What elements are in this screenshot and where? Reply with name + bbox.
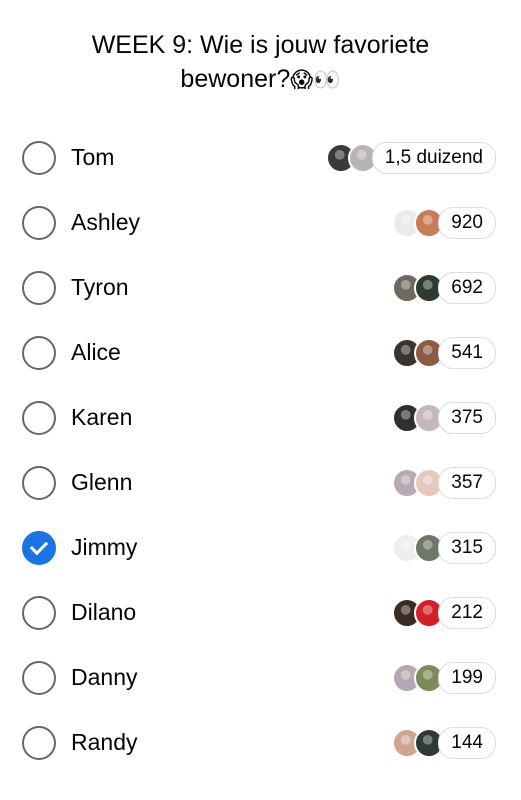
vote-count: 357	[438, 466, 496, 499]
vote-count: 1,5 duizend	[371, 141, 496, 174]
radio-unchecked-icon[interactable]	[22, 595, 56, 630]
poll-option-label: Randy	[71, 729, 138, 755]
poll-title: WEEK 9: Wie is jouw favoriete bewoner?😱👀	[40, 28, 481, 98]
vote-count: 199	[438, 661, 496, 694]
voter-avatars	[392, 532, 445, 563]
vote-summary[interactable]: 199	[392, 661, 496, 694]
vote-summary[interactable]: 1,5 duizend	[325, 141, 496, 174]
vote-summary[interactable]: 692	[392, 271, 496, 304]
poll-option-label: Karen	[71, 404, 133, 430]
radio-unchecked-icon[interactable]	[22, 205, 56, 240]
radio-unchecked-icon[interactable]	[22, 660, 56, 695]
voter-avatars	[392, 597, 445, 628]
radio-unchecked-icon[interactable]	[22, 400, 56, 435]
poll-option[interactable]: Karen 375	[0, 385, 521, 450]
poll-option[interactable]: Randy 144	[0, 710, 521, 775]
poll-title-emoji: 😱👀	[290, 68, 341, 93]
poll-option[interactable]: Dilano 212	[0, 580, 521, 645]
vote-count: 212	[438, 596, 496, 629]
poll-option[interactable]: Jimmy 315	[0, 515, 521, 580]
poll-option[interactable]: Tyron 692	[0, 255, 521, 320]
vote-count: 920	[438, 206, 496, 239]
vote-summary[interactable]: 541	[392, 336, 496, 369]
poll-option[interactable]: Glenn 357	[0, 450, 521, 515]
radio-unchecked-icon[interactable]	[22, 725, 56, 760]
voter-avatars	[325, 142, 378, 173]
poll-option-label: Tyron	[71, 274, 129, 300]
vote-summary[interactable]: 920	[392, 206, 496, 239]
vote-summary[interactable]: 212	[392, 596, 496, 629]
vote-count: 541	[438, 336, 496, 369]
poll-option-label: Jimmy	[71, 534, 138, 560]
radio-unchecked-icon[interactable]	[22, 465, 56, 500]
voter-avatars	[392, 467, 445, 498]
voter-avatars	[392, 662, 445, 693]
vote-summary[interactable]: 375	[392, 401, 496, 434]
voter-avatars	[392, 337, 445, 368]
voter-avatars	[392, 272, 445, 303]
poll-title-line1: WEEK 9: Wie is jouw favoriete	[91, 31, 430, 59]
poll-option-label: Dilano	[71, 599, 137, 625]
poll-option[interactable]: Alice 541	[0, 320, 521, 385]
radio-unchecked-icon[interactable]	[22, 270, 56, 305]
poll-option[interactable]: Tom 1,5 duizend	[0, 125, 521, 190]
vote-count: 692	[438, 271, 496, 304]
radio-checked-icon[interactable]	[22, 530, 56, 565]
voter-avatars	[392, 207, 445, 238]
poll-options-list: Tom 1,5 duizend Ashley 920 Tyron 692 Alice 541 K…	[0, 125, 521, 775]
poll-option-label: Danny	[71, 664, 138, 690]
poll-option-label: Alice	[71, 339, 121, 365]
poll-title-line2: bewoner?	[180, 65, 291, 93]
poll-option-label: Glenn	[71, 469, 133, 495]
vote-count: 315	[438, 531, 496, 564]
vote-count: 144	[438, 726, 496, 759]
radio-unchecked-icon[interactable]	[22, 140, 56, 175]
vote-summary[interactable]: 144	[392, 726, 496, 759]
voter-avatars	[392, 402, 445, 433]
vote-summary[interactable]: 315	[392, 531, 496, 564]
poll-option-label: Ashley	[71, 209, 141, 235]
poll-option-label: Tom	[71, 144, 115, 170]
vote-count: 375	[438, 401, 496, 434]
voter-avatars	[392, 727, 445, 758]
poll-option[interactable]: Danny 199	[0, 645, 521, 710]
radio-unchecked-icon[interactable]	[22, 335, 56, 370]
vote-summary[interactable]: 357	[392, 466, 496, 499]
poll-option[interactable]: Ashley 920	[0, 190, 521, 255]
